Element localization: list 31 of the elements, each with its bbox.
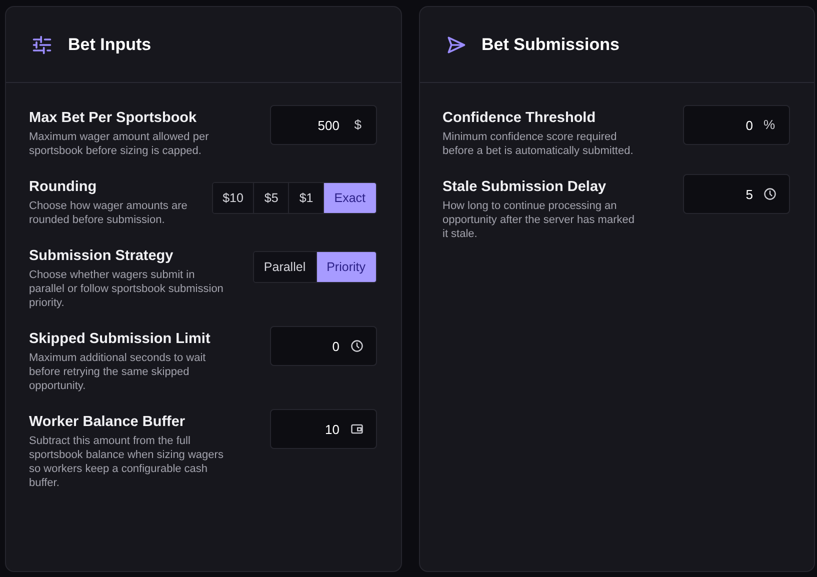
setting-label: Stale Submission Delay	[442, 178, 608, 196]
segment-button[interactable]: Priority	[316, 252, 376, 282]
setting-description: Maximum wager amount allowed per sportsbook before sizing is capped.	[29, 130, 210, 158]
setting-description: Minimum confidence score required before a bet is automatically submitted.	[442, 130, 634, 158]
setting-label: Worker Balance Buffer	[29, 413, 186, 431]
setting-label: Submission Strategy	[29, 247, 174, 265]
segment-button[interactable]: $1	[289, 183, 324, 213]
clock-icon	[350, 339, 364, 353]
setting-description: Maximum additional seconds to wait before retrying the same skipped opportunity.	[29, 351, 207, 393]
setting-description: Choose whether wagers submit in parallel or follow sportsbook submission priority.	[29, 268, 224, 310]
panel-title: Bet Inputs	[68, 34, 152, 56]
segment-button[interactable]: Exact	[324, 183, 376, 213]
setting-label: Rounding	[29, 178, 98, 196]
setting-label: Confidence Threshold	[442, 109, 597, 127]
segment-button[interactable]: Parallel	[254, 252, 317, 282]
sliders-icon	[31, 34, 53, 56]
setting-description: How long to continue processing an opportunity after the server has marked it stale.	[442, 199, 636, 241]
unit-label: %	[763, 117, 775, 133]
setting-label: Max Bet Per Sportsbook	[29, 109, 198, 127]
setting-description: Subtract this amount from the full sportsbook balance when sizing wagers so workers keep a configurable cash buffer.	[29, 434, 224, 490]
panel-title: Bet Submissions	[482, 34, 620, 56]
input-field[interactable]: 0	[270, 326, 376, 366]
segment-button[interactable]: $5	[254, 183, 290, 213]
input-field[interactable]: 10	[270, 409, 376, 449]
wallet-icon	[350, 422, 364, 436]
setting-label: Skipped Submission Limit	[29, 330, 212, 348]
setting-description: Choose how wager amounts are rounded before submission.	[29, 199, 188, 227]
unit-label: $	[354, 117, 362, 133]
clock-icon	[763, 187, 777, 201]
input-field[interactable]: 5	[683, 174, 790, 214]
segment-button[interactable]: $10	[212, 183, 254, 213]
